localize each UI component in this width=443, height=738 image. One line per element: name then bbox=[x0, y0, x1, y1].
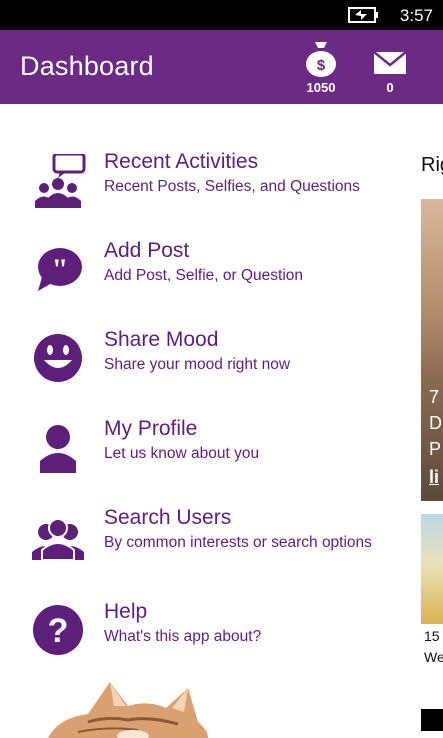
mail-icon bbox=[373, 51, 407, 74]
kitten-image bbox=[48, 682, 208, 738]
coins-button[interactable]: $ 1050 bbox=[292, 40, 350, 100]
news-caption: We bbox=[424, 649, 443, 665]
svg-text:$: $ bbox=[317, 57, 326, 74]
messages-count: 0 bbox=[386, 80, 394, 95]
svg-text:?: ? bbox=[48, 612, 69, 650]
page-title: Dashboard bbox=[20, 51, 154, 81]
quote-bubble-icon: " bbox=[38, 248, 82, 291]
menu-item-title: Help bbox=[104, 600, 148, 623]
menu-item-my-profile[interactable]: My Profile Let us know about you bbox=[30, 417, 410, 487]
messages-button[interactable]: 0 bbox=[361, 40, 419, 100]
person-icon bbox=[40, 425, 76, 473]
battery-charging-icon bbox=[348, 7, 378, 23]
group-icon bbox=[32, 518, 84, 561]
status-time: 3:57 bbox=[399, 6, 433, 25]
menu-item-title: Share Mood bbox=[104, 328, 219, 351]
question-icon: ? bbox=[33, 605, 83, 655]
smiley-icon bbox=[34, 334, 82, 382]
menu-item-subtitle: By common interests or search options bbox=[104, 534, 372, 551]
right-panel-peek[interactable]: Rig 7 D P li 15 We bbox=[410, 104, 443, 738]
menu-item-search-users[interactable]: Search Users By common interests or sear… bbox=[30, 506, 410, 576]
coins-count: 1050 bbox=[306, 80, 336, 95]
menu-item-title: My Profile bbox=[104, 417, 198, 440]
menu-item-subtitle: Let us know about you bbox=[104, 445, 260, 462]
people-chat-icon bbox=[35, 154, 86, 208]
menu-item-subtitle: Add Post, Selfie, or Question bbox=[104, 267, 304, 284]
menu-item-subtitle: What's this app about? bbox=[104, 628, 262, 645]
news-photo[interactable]: 7 D P li bbox=[421, 199, 443, 501]
menu-item-help[interactable]: ? Help What's this app about? bbox=[30, 600, 410, 670]
menu-item-add-post[interactable]: " Add Post Add Post, Selfie, or Question bbox=[30, 239, 410, 309]
status-bar: 3:57 bbox=[0, 0, 443, 30]
menu-item-subtitle: Recent Posts, Selfies, and Questions bbox=[104, 178, 360, 195]
menu-item-title: Add Post bbox=[104, 239, 190, 262]
photo-caption-line: P bbox=[429, 439, 442, 459]
app-header: Dashboard $ 1050 0 bbox=[0, 30, 443, 104]
news-photo[interactable] bbox=[421, 514, 443, 624]
photo-caption-link[interactable]: li bbox=[429, 467, 439, 488]
svg-text:": " bbox=[52, 253, 69, 286]
menu-item-subtitle: Share your mood right now bbox=[104, 356, 291, 373]
right-panel-heading: Rig bbox=[421, 154, 443, 176]
menu-item-share-mood[interactable]: Share Mood Share your mood right now bbox=[30, 328, 410, 398]
photo-caption-line: D bbox=[429, 413, 442, 433]
dashboard-menu: Recent Activities Recent Posts, Selfies,… bbox=[0, 104, 410, 738]
news-caption: 15 bbox=[424, 628, 440, 644]
menu-item-title: Recent Activities bbox=[104, 150, 259, 173]
menu-item-recent-activities[interactable]: Recent Activities Recent Posts, Selfies,… bbox=[30, 150, 410, 220]
black-bar bbox=[421, 709, 443, 731]
money-bag-icon: $ bbox=[306, 42, 336, 77]
photo-caption-line: 7 bbox=[429, 387, 440, 407]
menu-item-title: Search Users bbox=[104, 506, 232, 529]
